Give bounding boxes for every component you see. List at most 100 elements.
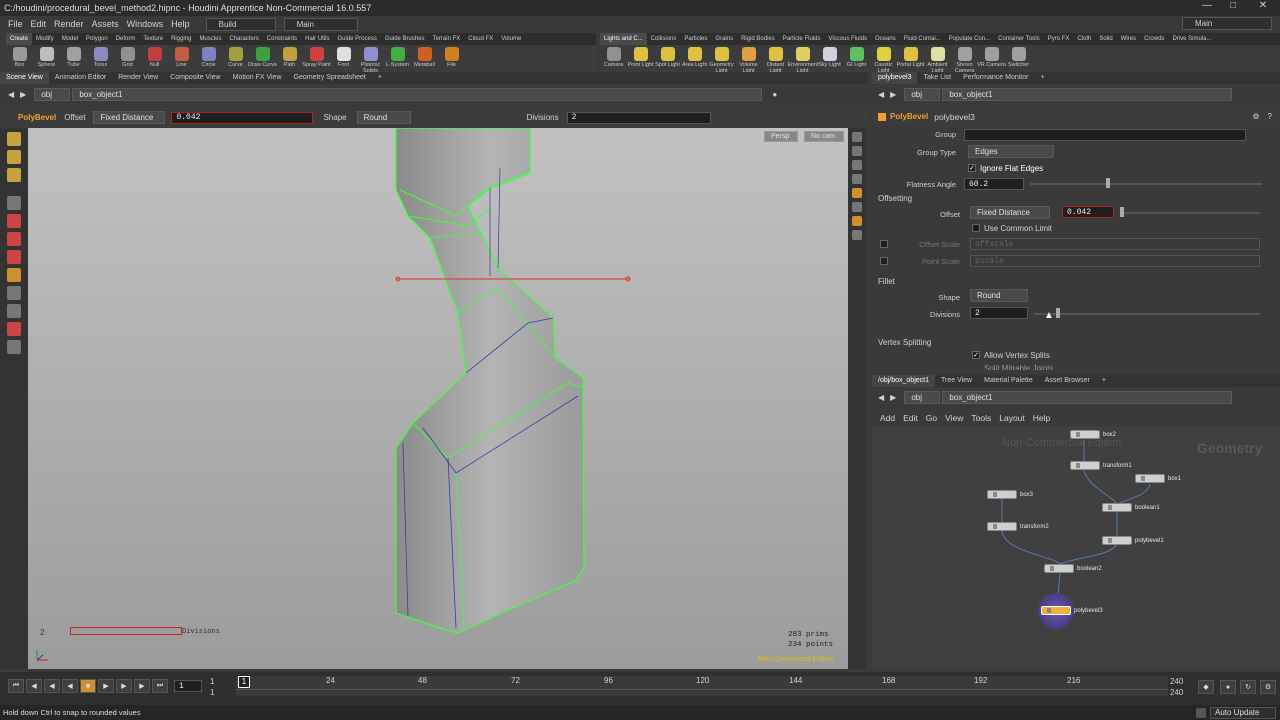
shelf-left-tab-6[interactable]: Rigging bbox=[167, 33, 195, 45]
shelf-right-tool-13[interactable]: Stereo Camera bbox=[951, 45, 978, 72]
shelf-right-tab-12[interactable]: Cloth bbox=[1073, 33, 1095, 45]
tab-render-view[interactable]: Render View bbox=[112, 72, 164, 84]
network-menu-edit[interactable]: Edit bbox=[903, 413, 918, 423]
network-menu-view[interactable]: View bbox=[945, 413, 963, 423]
step-forward-icon[interactable]: ▶ bbox=[116, 679, 132, 693]
key-icon[interactable]: ◆ bbox=[1198, 680, 1214, 694]
shelf-right-tool-6[interactable]: Distant Light bbox=[762, 45, 789, 72]
normals-icon[interactable] bbox=[852, 216, 862, 226]
use-common-checkbox[interactable] bbox=[972, 224, 980, 232]
shelf-left-tab-5[interactable]: Texture bbox=[139, 33, 167, 45]
node-transform1[interactable]: transform1 bbox=[1070, 461, 1132, 470]
go-start-icon[interactable]: ⏮ bbox=[8, 679, 24, 693]
grid-icon[interactable] bbox=[852, 230, 862, 240]
menu-file[interactable]: File bbox=[8, 19, 23, 29]
tab-performance-monitor[interactable]: Performance Monitor bbox=[957, 72, 1034, 84]
offset-slider-handle[interactable] bbox=[1120, 207, 1124, 217]
shelf-right-tool-0[interactable]: Camera bbox=[600, 45, 627, 72]
fillet-section[interactable]: Fillet bbox=[878, 277, 895, 286]
shelf-right-tool-4[interactable]: Geometry Light bbox=[708, 45, 735, 72]
shelf-right-tab-11[interactable]: Pyro FX bbox=[1044, 33, 1074, 45]
shelf-right-tool-9[interactable]: GI Light bbox=[843, 45, 870, 72]
flatness-slider-handle[interactable] bbox=[1106, 178, 1110, 188]
step-back-icon[interactable]: ◀ bbox=[44, 679, 60, 693]
shelf-right-tool-2[interactable]: Spot Light bbox=[654, 45, 681, 72]
add-tab-icon[interactable]: + bbox=[372, 72, 388, 84]
node-polybevel1[interactable]: polybevel1 bbox=[1102, 536, 1164, 545]
shelf-right-tab-8[interactable]: Fluid Contai... bbox=[900, 33, 945, 45]
add-network-tab-icon[interactable]: + bbox=[1096, 375, 1112, 387]
node-boolean1[interactable]: boolean1 bbox=[1102, 503, 1160, 512]
menu-help[interactable]: Help bbox=[171, 19, 190, 29]
tab-geometry-spreadsheet[interactable]: Geometry Spreadsheet bbox=[288, 72, 372, 84]
node-box1[interactable]: box1 bbox=[1135, 474, 1181, 483]
shelf-right-tab-7[interactable]: Oceans bbox=[871, 33, 900, 45]
ghost-icon[interactable] bbox=[852, 146, 862, 156]
shelf-left-tool-5[interactable]: Null bbox=[141, 45, 168, 72]
maximize-icon[interactable]: □ bbox=[1220, 0, 1246, 16]
shelf-right-tab-5[interactable]: Particle Fluids bbox=[779, 33, 825, 45]
move-icon[interactable] bbox=[7, 214, 21, 228]
shelf-right-tool-11[interactable]: Portal Light bbox=[897, 45, 924, 72]
handle-icon[interactable] bbox=[7, 268, 21, 282]
go-end-icon[interactable]: ⏭ bbox=[152, 679, 168, 693]
pin-icon[interactable]: ● bbox=[772, 90, 777, 99]
group-field[interactable] bbox=[964, 129, 1246, 141]
tab-tree-view[interactable]: Tree View bbox=[935, 375, 978, 387]
shelf-left-tool-4[interactable]: Grid bbox=[114, 45, 141, 72]
realtime-icon[interactable]: ↻ bbox=[1240, 680, 1256, 694]
shape-menu[interactable]: Round bbox=[356, 111, 411, 124]
pose-icon[interactable] bbox=[7, 150, 21, 164]
flatness-slider[interactable] bbox=[1030, 183, 1262, 185]
shelf-left-tool-2[interactable]: Tube bbox=[60, 45, 87, 72]
shelf-left-tool-11[interactable]: Spray Paint bbox=[302, 45, 331, 72]
arrow-icon[interactable] bbox=[7, 196, 21, 210]
shelf-left-tab-4[interactable]: Deform bbox=[112, 33, 140, 45]
tab-asset-browser[interactable]: Asset Browser bbox=[1039, 375, 1096, 387]
divisions-slider[interactable] bbox=[1034, 313, 1260, 315]
prev-key-icon[interactable]: ◀ bbox=[26, 679, 42, 693]
offset-mode-menu[interactable]: Fixed Distance bbox=[93, 111, 166, 124]
offset-param-field[interactable]: 0.042 bbox=[1062, 206, 1114, 218]
shelf-left-tool-15[interactable]: Metaball bbox=[411, 45, 438, 72]
shelf-left-tab-2[interactable]: Model bbox=[58, 33, 82, 45]
shelf-left-tab-1[interactable]: Modify bbox=[32, 33, 58, 45]
shelf-left-tool-3[interactable]: Torus bbox=[87, 45, 114, 72]
camera-icon[interactable] bbox=[7, 340, 21, 354]
next-key-icon[interactable]: ▶ bbox=[134, 679, 150, 693]
shelf-left-tool-12[interactable]: Font bbox=[330, 45, 357, 72]
shelf-left-tool-13[interactable]: Platonic Solids bbox=[357, 45, 384, 72]
shelf-left-tool-14[interactable]: L-System bbox=[384, 45, 411, 72]
shelf-right-tool-12[interactable]: Ambient Light bbox=[924, 45, 951, 72]
shelf-right-tab-10[interactable]: Container Tools bbox=[994, 33, 1044, 45]
shelf-left-tab-11[interactable]: Guide Process bbox=[334, 33, 381, 45]
gear-icon[interactable]: ⚙ bbox=[1252, 112, 1259, 121]
network-path-node[interactable]: box_object1 bbox=[942, 391, 1233, 404]
current-frame-marker[interactable]: 1 bbox=[238, 676, 250, 688]
auto-update-menu[interactable]: Auto Update bbox=[1210, 706, 1276, 719]
display-options-icon[interactable] bbox=[852, 132, 862, 142]
shelf-left-tool-6[interactable]: Line bbox=[168, 45, 195, 72]
points-icon[interactable] bbox=[852, 202, 862, 212]
shelf-left-tool-10[interactable]: Path bbox=[276, 45, 303, 72]
shelf-left-tab-12[interactable]: Guide Brushes bbox=[381, 33, 429, 45]
light-icon[interactable] bbox=[852, 188, 862, 198]
desktop-main-menu[interactable]: Main bbox=[283, 17, 358, 31]
offset-slider[interactable] bbox=[1120, 212, 1260, 214]
shelf-right-tab-4[interactable]: Rigid Bodies bbox=[737, 33, 779, 45]
shelf-left-tab-9[interactable]: Constraints bbox=[263, 33, 301, 45]
offset-param-menu[interactable]: Fixed Distance bbox=[970, 206, 1050, 219]
rotate-icon[interactable] bbox=[7, 232, 21, 246]
snap-icon[interactable] bbox=[7, 286, 21, 300]
param-forward-icon[interactable]: ▶ bbox=[890, 90, 896, 99]
lock-icon[interactable] bbox=[852, 160, 862, 170]
divisions-handle[interactable] bbox=[70, 627, 182, 635]
tab-take-list[interactable]: Take List bbox=[917, 72, 957, 84]
path-node[interactable]: box_object1 bbox=[72, 88, 763, 101]
network-menu-layout[interactable]: Layout bbox=[999, 413, 1025, 423]
shelf-right-tool-5[interactable]: Volume Light bbox=[735, 45, 762, 72]
network-menu-go[interactable]: Go bbox=[926, 413, 937, 423]
offset-field[interactable]: 0.042 bbox=[171, 111, 314, 124]
scale-icon[interactable] bbox=[7, 250, 21, 264]
cook-icon[interactable] bbox=[1196, 707, 1206, 718]
